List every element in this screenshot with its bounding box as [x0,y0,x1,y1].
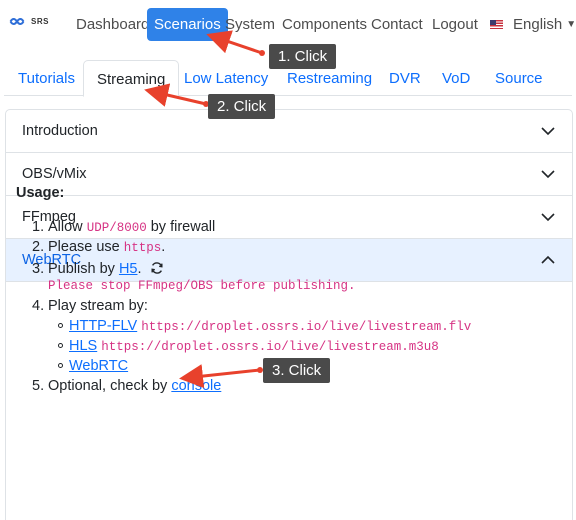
console-link[interactable]: console [171,378,221,394]
annotation-callout-1: 1. Click [269,44,337,69]
tab-restreaming[interactable]: Restreaming [287,70,372,87]
bullet-icon [58,343,63,348]
publish-warning: Please stop FFmpeg/OBS before publishing… [48,279,356,293]
tab-source[interactable]: Source [495,70,543,87]
annotation-callout-3: 3. Click [263,358,331,383]
nav-scenarios[interactable]: Scenarios [147,8,228,41]
annotation-callout-2: 2. Click [208,94,276,119]
bullet-icon [58,363,63,368]
nav-components[interactable]: Components [282,16,367,33]
us-flag-icon [490,20,503,29]
list-item: 2. Please use https. [32,239,166,255]
tab-low-latency[interactable]: Low Latency [184,70,268,87]
code-https: https [123,241,162,255]
list-item: 4. Play stream by: [32,298,148,314]
accordion-label: Introduction [22,123,98,139]
language-selector[interactable]: English ▼ [490,16,576,33]
tab-dvr[interactable]: DVR [389,70,421,87]
arrow-1-dot [259,50,265,56]
list-item: 5. Optional, check by console [32,378,222,394]
accordion: Introduction OBS/vMix FFmpeg WebRTC [5,109,573,520]
chevron-down-icon [541,127,555,136]
brand[interactable]: SRS [9,16,49,27]
chevron-down-icon [541,213,555,222]
hls-link[interactable]: HLS [69,338,97,354]
nav-dashboard[interactable]: Dashboard [76,16,149,33]
bullet-icon [58,323,63,328]
list-item: 1. Allow UDP/8000 by firewall [32,219,216,235]
usage-title: Usage: [16,185,65,201]
h5-publish-link[interactable]: H5 [119,261,138,277]
tab-streaming[interactable]: Streaming [83,60,180,97]
accordion-label: OBS/vMix [22,166,87,182]
play-link-item: WebRTC [58,358,128,374]
code-udp-port: UDP/8000 [86,221,147,235]
tab-tutorials[interactable]: Tutorials [18,70,75,87]
chevron-up-icon [541,255,555,264]
accordion-item-obs-vmix[interactable]: OBS/vMix [6,153,572,196]
caret-down-icon: ▼ [566,19,576,30]
brand-name: SRS [31,17,49,26]
webrtc-play-link[interactable]: WebRTC [69,358,128,374]
language-label: English [513,16,563,33]
refresh-icon[interactable] [150,261,164,275]
play-link-item: HLS https://droplet.ossrs.io/live/livest… [58,338,439,354]
srs-logo-icon [9,18,25,25]
top-navbar: SRS Dashboard Scenarios System Component… [0,0,576,50]
tab-vod[interactable]: VoD [442,70,470,87]
accordion-item-introduction[interactable]: Introduction [6,110,572,153]
play-link-item: HTTP-FLV https://droplet.ossrs.io/live/l… [58,318,471,334]
http-flv-link[interactable]: HTTP-FLV [69,318,137,334]
nav-contact[interactable]: Contact [371,16,423,33]
nav-logout[interactable]: Logout [432,16,478,33]
nav-system[interactable]: System [225,16,275,33]
chevron-down-icon [541,170,555,179]
list-item: 3. Publish by H5. [32,259,164,277]
